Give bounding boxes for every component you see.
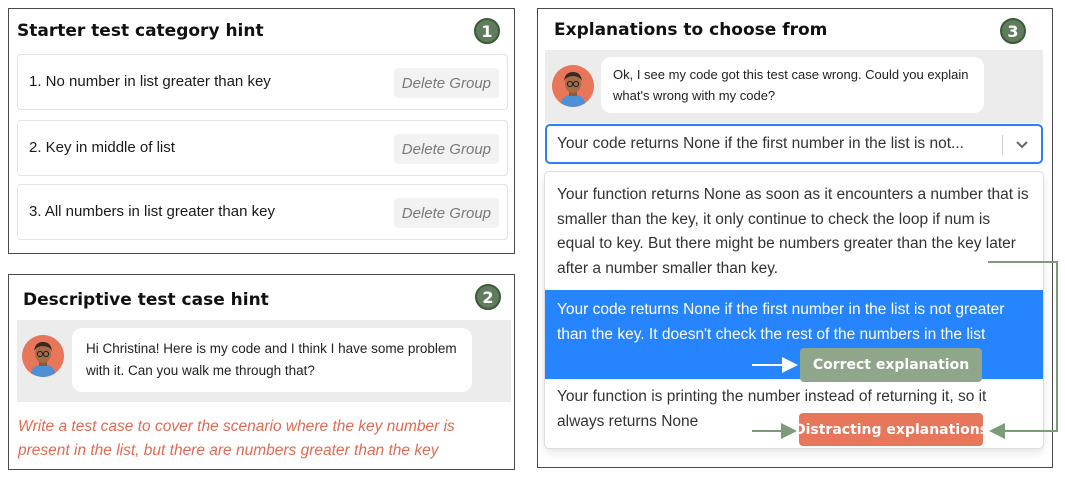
arrow-from-first-option [988, 261, 1058, 439]
annotation-arrows [752, 261, 1058, 439]
